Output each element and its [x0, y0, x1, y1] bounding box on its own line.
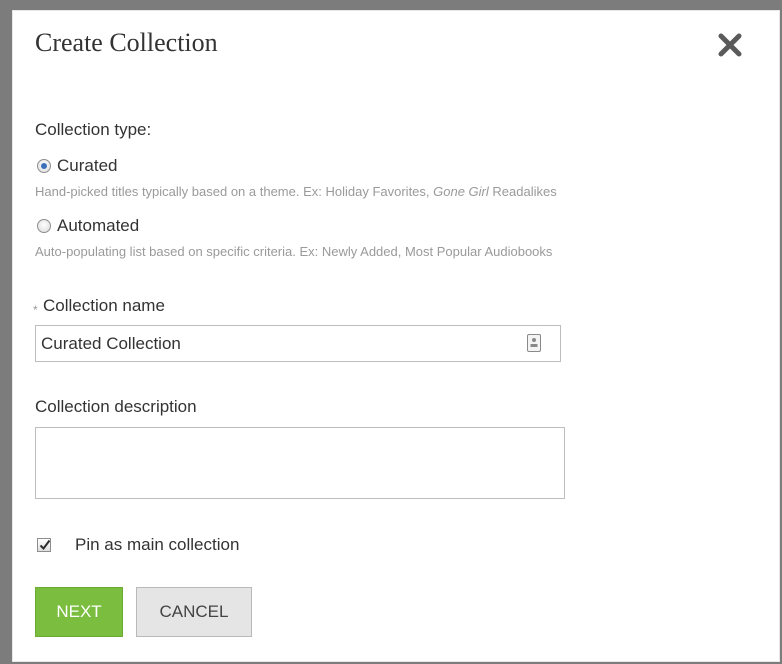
create-collection-dialog: Create Collection Collection type: Curat… — [12, 10, 780, 662]
contact-card-icon[interactable] — [527, 334, 541, 352]
radio-automated[interactable] — [37, 219, 51, 233]
collection-name-label: Collection name — [43, 296, 165, 315]
radio-curated[interactable] — [37, 159, 51, 173]
curated-hint: Hand-picked titles typically based on a … — [35, 184, 557, 199]
collection-name-input[interactable] — [35, 325, 561, 362]
collection-type-label: Collection type: — [35, 120, 152, 139]
required-marker: * — [33, 303, 38, 317]
radio-curated-label[interactable]: Curated — [57, 156, 117, 176]
radio-automated-label[interactable]: Automated — [57, 216, 139, 236]
close-button[interactable] — [716, 31, 744, 59]
pin-main-checkbox[interactable] — [37, 538, 51, 552]
close-x-icon — [718, 33, 742, 57]
automated-hint: Auto-populating list based on specific c… — [35, 244, 553, 259]
cancel-button[interactable]: CANCEL — [136, 587, 252, 637]
collection-description-label: Collection description — [35, 397, 197, 416]
pin-main-label[interactable]: Pin as main collection — [75, 535, 239, 555]
dialog-title: Create Collection — [35, 28, 218, 57]
collection-description-input[interactable] — [35, 427, 565, 499]
checkmark-icon — [39, 539, 51, 551]
next-button[interactable]: NEXT — [35, 587, 123, 637]
